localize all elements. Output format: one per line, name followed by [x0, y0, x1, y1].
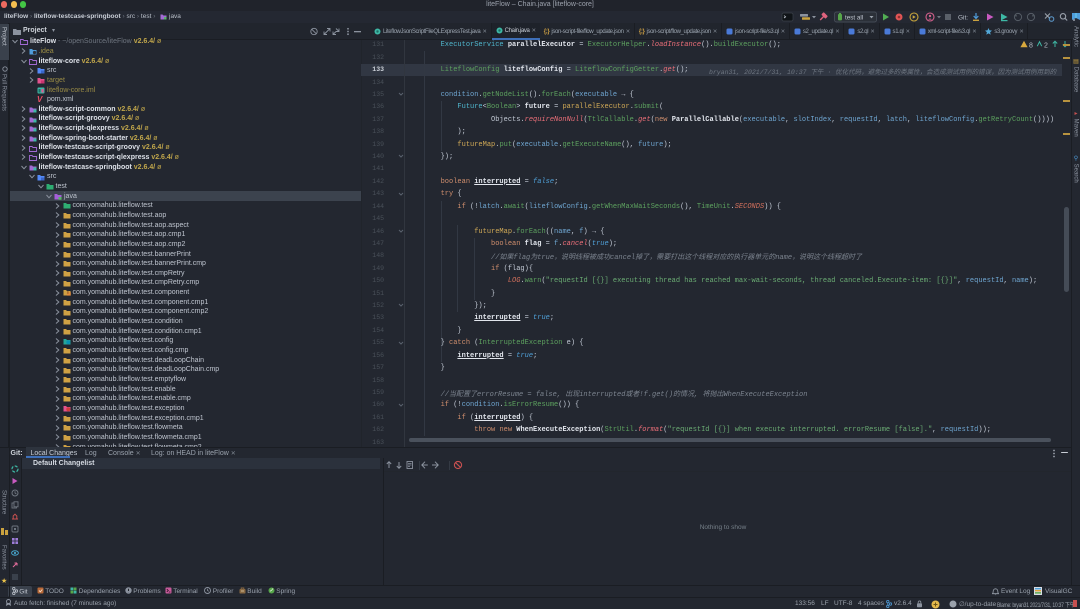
svg-text:8: 8 [1029, 42, 1033, 49]
svg-text:test all: test all [845, 14, 863, 21]
svg-text:Git:: Git: [958, 14, 968, 21]
svg-text:2: 2 [1044, 42, 1048, 49]
